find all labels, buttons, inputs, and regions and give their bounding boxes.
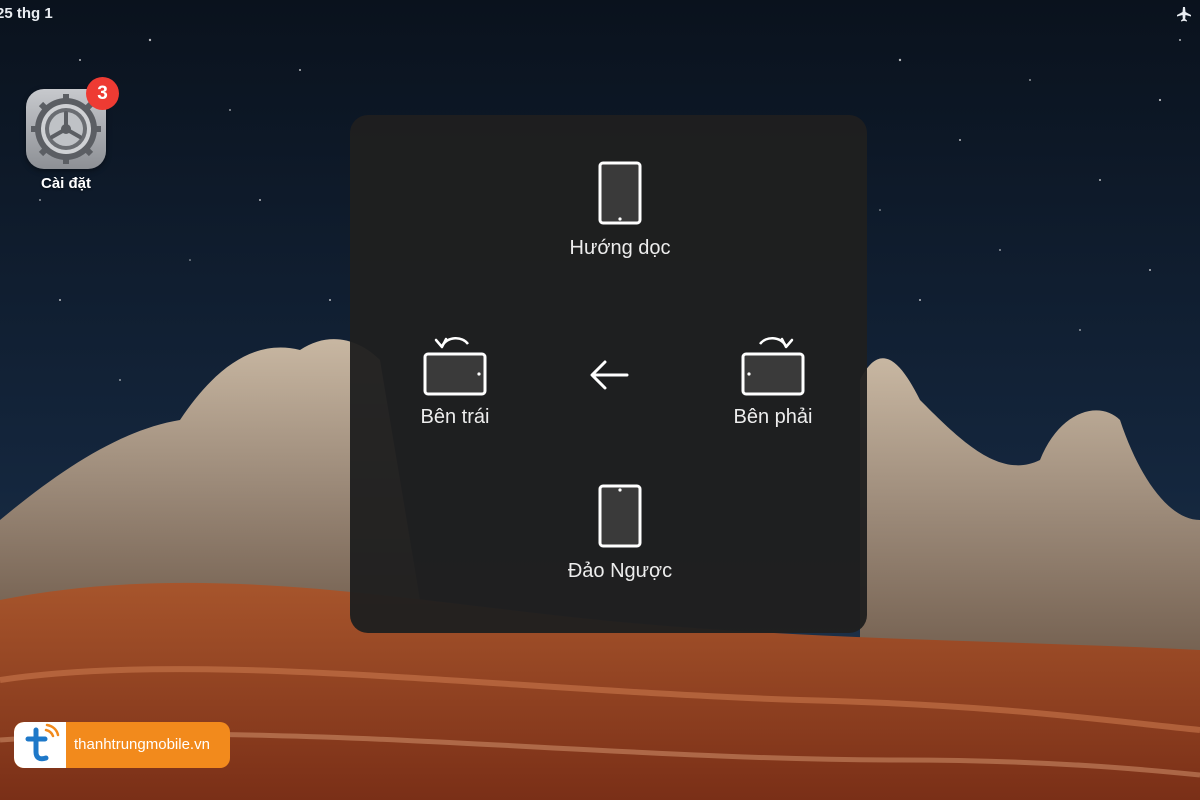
arrow-left-icon (590, 360, 629, 390)
tablet-upside-down-icon (598, 484, 642, 548)
tablet-rotate-right-icon (741, 337, 805, 396)
back-button[interactable] (585, 355, 635, 395)
t-logo-icon (25, 723, 60, 762)
upside-down-option[interactable]: Đảo Ngược (540, 484, 700, 583)
rotate-left-option[interactable]: Bên trái (390, 330, 520, 429)
portrait-label: Hướng dọc (569, 237, 671, 259)
tablet-portrait-icon (598, 161, 642, 225)
settings-app-label: Cài đặt (40, 175, 91, 192)
status-bar: 25 thg 1 (0, 0, 1200, 28)
brand-logo (14, 722, 66, 768)
rotate-right-label: Bên phải (733, 406, 813, 428)
tablet-rotate-left-icon (423, 337, 487, 396)
rotate-left-label: Bên trái (420, 406, 490, 428)
notification-badge: 3 (86, 77, 119, 110)
upside-down-label: Đảo Ngược (567, 560, 673, 582)
portrait-option[interactable]: Hướng dọc (540, 161, 700, 260)
orientation-menu-panel: Hướng dọc Bên trái Bên phải Đảo Ngược (350, 115, 867, 633)
status-date: 25 thg 1 (0, 5, 53, 22)
brand-watermark: thanhtrungmobile.vn (14, 722, 230, 768)
brand-url: thanhtrungmobile.vn (74, 736, 210, 753)
rotate-right-option[interactable]: Bên phải (708, 330, 838, 429)
airplane-icon (1177, 7, 1191, 22)
